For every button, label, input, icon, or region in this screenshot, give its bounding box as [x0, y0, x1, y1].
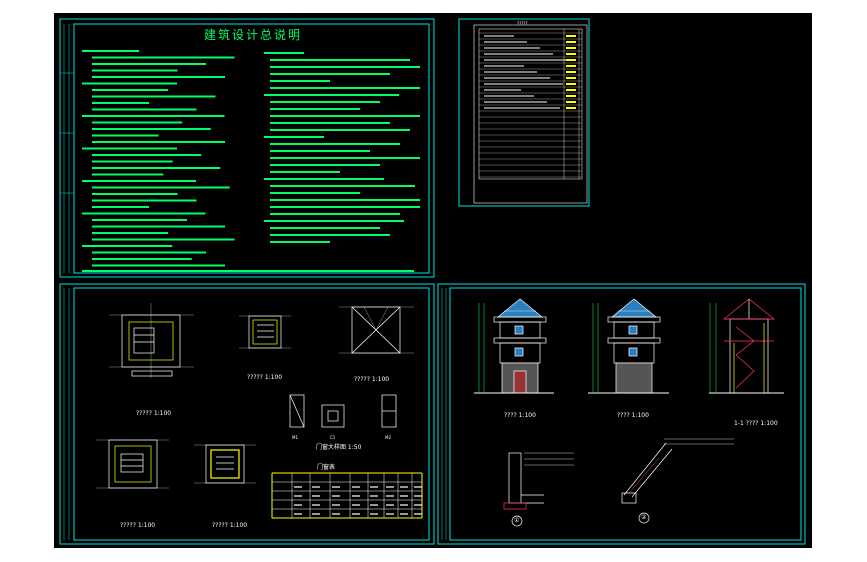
details-heading: 门窗大样图 1:50: [316, 444, 362, 451]
cad-drawing-sheet: 建筑设计总说明 ????? ????? 1:100 ????? 1:100 ??…: [54, 13, 812, 548]
door-window-details: [289, 394, 397, 428]
elevation-1: [474, 298, 554, 394]
section-1-1: [709, 298, 784, 394]
notes-column-right: [264, 52, 420, 243]
plan-3-roof: [339, 306, 414, 354]
node-1-label: ①: [514, 517, 520, 524]
elevation-2-caption: ???? 1:100: [617, 412, 649, 419]
door-window-table: [271, 472, 423, 519]
elevation-2: [588, 298, 669, 394]
plan-3-caption: ????? 1:100: [354, 376, 390, 383]
door-label-c1: C1: [330, 435, 336, 440]
plan-5-caption: ????? 1:100: [212, 522, 248, 529]
door-table-heading: 门窗表: [317, 464, 336, 471]
plan-1: [109, 303, 194, 378]
plan-2-caption: ????? 1:100: [247, 374, 283, 381]
section-caption: 1-1 ???? 1:100: [734, 420, 778, 427]
elevation-1-caption: ???? 1:100: [504, 412, 536, 419]
plan-1-caption: ????? 1:100: [136, 410, 172, 417]
node-2-label: ②: [641, 514, 647, 521]
node-detail-2: [621, 438, 734, 524]
plan-5: [194, 444, 256, 484]
plan-4: [96, 439, 169, 489]
notes-column-left: [82, 50, 414, 272]
index-table-rows: [479, 29, 582, 179]
plan-4-caption: ????? 1:100: [120, 522, 156, 529]
drawing-linework: [59, 18, 806, 545]
index-heading: ?????: [517, 21, 528, 26]
drawing-title: 建筑设计总说明: [204, 28, 303, 42]
node-detail-1: [503, 452, 574, 527]
door-label-m2: M2: [385, 435, 391, 440]
plan-2: [239, 315, 291, 349]
door-label-m1: M1: [292, 435, 298, 440]
